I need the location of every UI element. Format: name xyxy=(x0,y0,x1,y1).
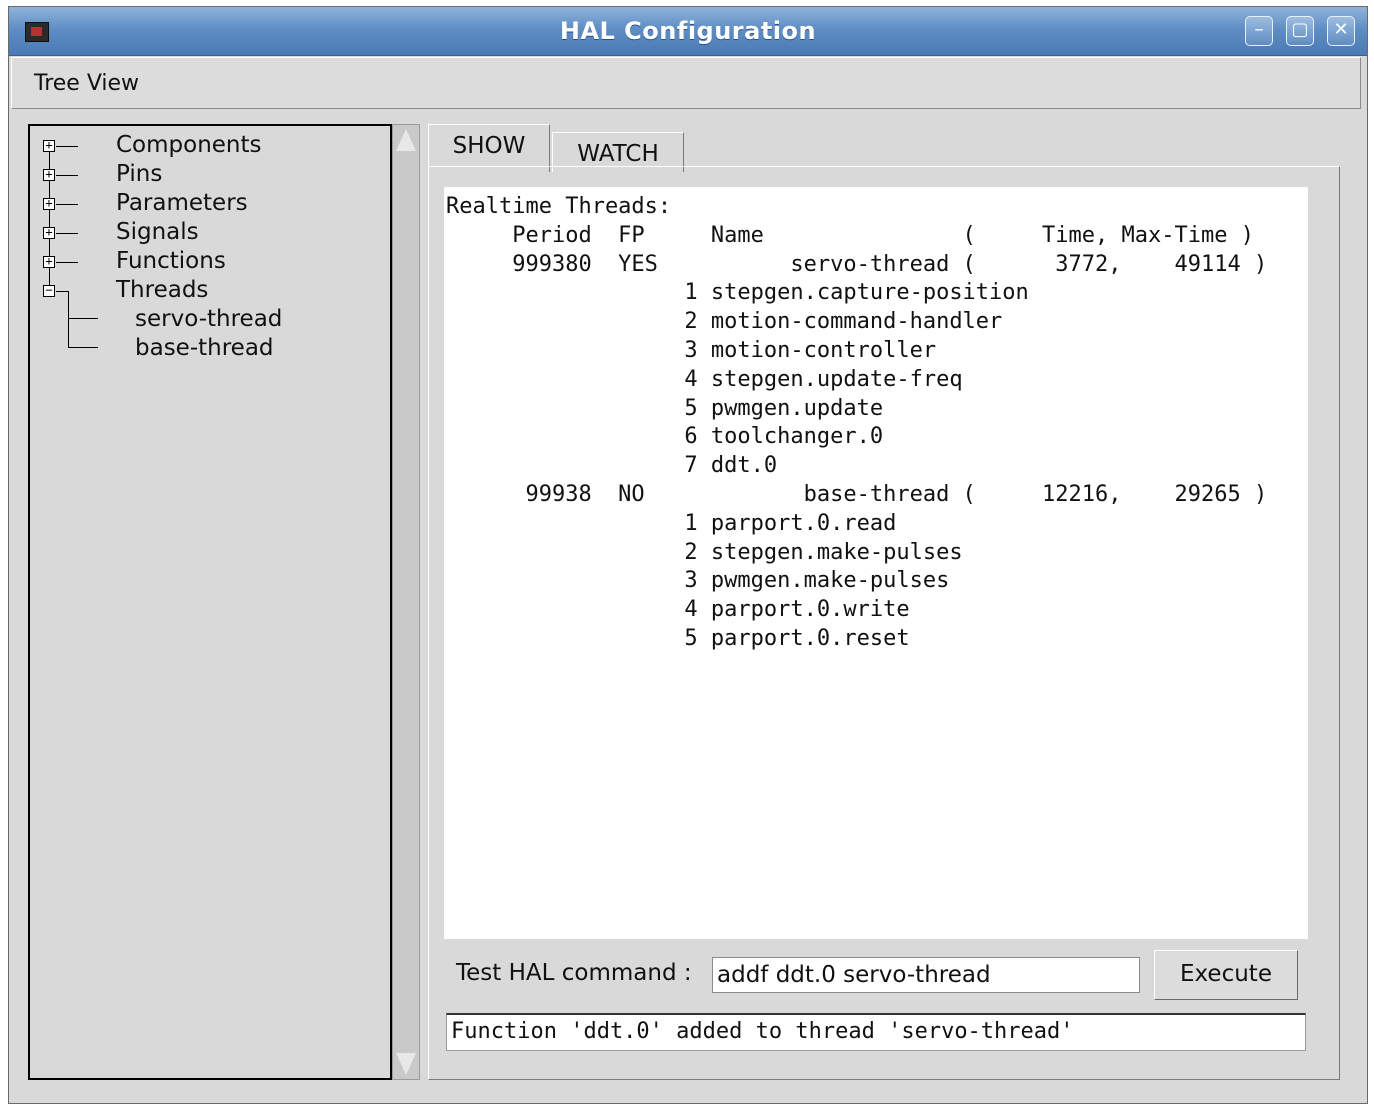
tree-connector-line xyxy=(56,146,78,147)
tree-item-parameters[interactable]: Parameters xyxy=(116,190,248,216)
expand-icon[interactable]: + xyxy=(43,197,55,210)
minimize-icon: – xyxy=(1254,19,1264,40)
tree-item-components[interactable]: Components xyxy=(116,132,262,158)
expand-icon[interactable]: + xyxy=(43,226,55,239)
output-line: 5 pwmgen.update xyxy=(446,395,884,421)
tree-item-pins[interactable]: Pins xyxy=(116,161,162,187)
scroll-down-arrow-icon[interactable] xyxy=(396,1053,416,1075)
expand-icon[interactable]: + xyxy=(43,168,55,181)
tree-scrollbar[interactable] xyxy=(392,124,420,1080)
output-line: 3 motion-controller xyxy=(446,337,937,363)
tree-connector-line xyxy=(56,204,78,205)
output-line: 1 stepgen.capture-position xyxy=(446,280,1029,306)
tree-connector-line xyxy=(68,318,98,319)
tree-connector-line xyxy=(56,262,78,263)
expand-icon[interactable]: + xyxy=(43,139,55,152)
tree-view[interactable]: + Components + Pins + Parameters + Signa… xyxy=(28,124,392,1080)
output-line: 3 pwmgen.make-pulses xyxy=(446,568,950,594)
command-result-field[interactable]: Function 'ddt.0' added to thread 'servo-… xyxy=(446,1013,1306,1051)
show-output-text: Realtime Threads: Period FP Name ( Time,… xyxy=(446,193,1267,654)
output-line: 2 stepgen.make-pulses xyxy=(446,539,963,565)
tree-item-functions[interactable]: Functions xyxy=(116,248,226,274)
output-line: 999380 YES servo-thread ( 3772, 49114 ) xyxy=(446,251,1268,277)
execute-button[interactable]: Execute xyxy=(1154,950,1298,1000)
tree-connector-line xyxy=(68,291,69,347)
collapse-icon[interactable]: − xyxy=(43,284,55,297)
hal-command-input[interactable] xyxy=(712,957,1140,993)
tree-connector-line xyxy=(56,291,68,292)
output-line: 2 motion-command-handler xyxy=(446,309,1003,335)
test-hal-command-label: Test HAL command : xyxy=(456,960,692,986)
minimize-button[interactable]: – xyxy=(1245,16,1273,46)
output-line: 7 ddt.0 xyxy=(446,453,778,479)
maximize-button[interactable]: ▢ xyxy=(1286,16,1314,46)
output-line: Period FP Name ( Time, Max-Time ) xyxy=(446,222,1254,248)
output-line: Realtime Threads: xyxy=(446,194,672,219)
close-button[interactable]: ✕ xyxy=(1327,16,1355,46)
tree-connector-line xyxy=(68,347,98,348)
close-icon: ✕ xyxy=(1333,19,1349,40)
window-title: HAL Configuration xyxy=(559,17,817,45)
maximize-icon: ▢ xyxy=(1291,19,1309,40)
tree-item-signals[interactable]: Signals xyxy=(116,219,199,245)
tree-connector-line xyxy=(56,175,78,176)
output-line: 4 stepgen.update-freq xyxy=(446,366,963,392)
tab-show[interactable]: SHOW xyxy=(428,124,550,172)
tree-item-base-thread[interactable]: base-thread xyxy=(135,335,274,361)
show-output-area[interactable]: Realtime Threads: Period FP Name ( Time,… xyxy=(444,187,1308,939)
title-bar[interactable]: HAL Configuration – ▢ ✕ xyxy=(9,7,1367,56)
tree-connector-line xyxy=(56,233,78,234)
tree-item-threads[interactable]: Threads xyxy=(116,277,208,303)
expand-icon[interactable]: + xyxy=(43,255,55,268)
output-line: 99938 NO base-thread ( 12216, 29265 ) xyxy=(446,481,1268,507)
menu-tree-view[interactable]: Tree View xyxy=(34,71,139,96)
output-line: 5 parport.0.reset xyxy=(446,625,910,651)
tree-item-servo-thread[interactable]: servo-thread xyxy=(135,306,282,332)
output-line: 4 parport.0.write xyxy=(446,597,910,623)
scroll-up-arrow-icon[interactable] xyxy=(396,129,416,151)
output-line: 6 toolchanger.0 xyxy=(446,424,884,450)
output-line: 1 parport.0.read xyxy=(446,510,897,536)
menu-bar: Tree View xyxy=(11,57,1361,109)
